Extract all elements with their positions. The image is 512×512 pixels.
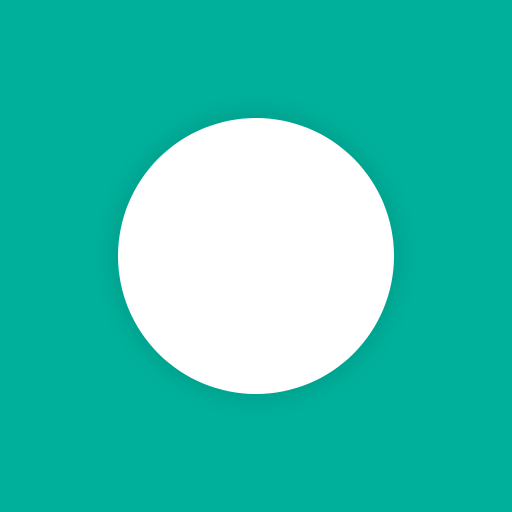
circle-icon xyxy=(118,118,394,394)
app-icon-canvas xyxy=(0,0,512,512)
